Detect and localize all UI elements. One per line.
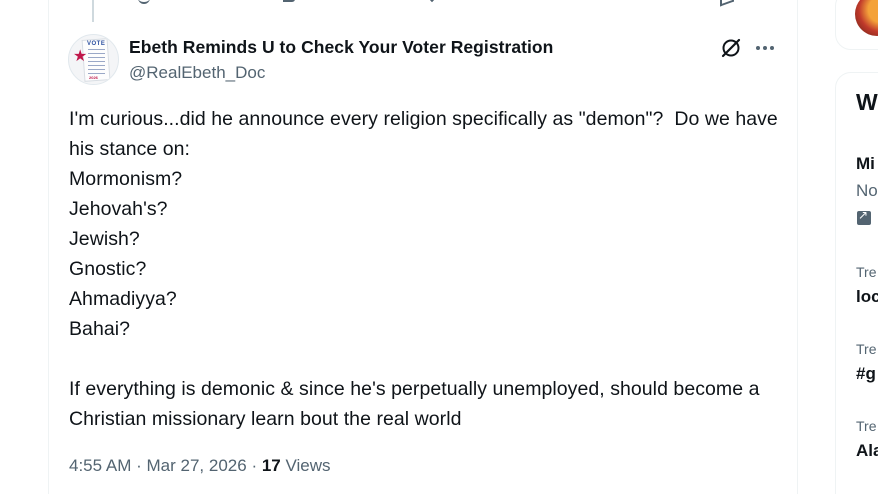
like-icon[interactable] xyxy=(426,0,438,2)
sidebar-news-subtitle: No xyxy=(856,181,878,200)
trend-label: Tre xyxy=(856,418,877,434)
tweet-meta: 4:55 AM · Mar 27, 2026 · 17 Views xyxy=(69,456,331,476)
tweet-text: I'm curious...did he announce every reli… xyxy=(69,108,778,430)
views-label: Views xyxy=(285,456,331,475)
sidebar-news-title[interactable]: Mi xyxy=(856,154,875,174)
avatar-card-lines xyxy=(88,49,105,77)
star-icon: ★ xyxy=(73,48,88,65)
trend-label: Tre xyxy=(856,341,877,357)
avatar[interactable]: VOTE ★ 2026 xyxy=(68,34,119,85)
trend-name[interactable]: #g xyxy=(856,364,876,384)
more-icon[interactable] xyxy=(754,38,776,58)
meta-separator: · xyxy=(136,456,142,475)
trend-name[interactable]: loc xyxy=(856,287,878,307)
trend-name[interactable]: Ala xyxy=(856,441,878,461)
author-handle[interactable]: @RealEbeth_Doc xyxy=(129,63,265,83)
tweet-time[interactable]: 4:55 AM xyxy=(69,456,131,475)
avatar-vote-text: VOTE xyxy=(87,41,106,47)
reply-icon[interactable] xyxy=(138,0,150,4)
author-display-name[interactable]: Ebeth Reminds U to Check Your Voter Regi… xyxy=(129,37,553,58)
previous-tweet-actions xyxy=(0,0,878,8)
timeline-right-border xyxy=(797,0,798,494)
retweet-icon[interactable] xyxy=(283,0,295,2)
views-count[interactable]: 17 xyxy=(262,456,281,475)
grok-icon[interactable] xyxy=(719,36,743,60)
trend-label: Tre xyxy=(856,264,877,280)
tweet-date[interactable]: Mar 27, 2026 xyxy=(147,456,247,475)
external-link-icon[interactable] xyxy=(857,208,871,225)
sidebar-heading: W xyxy=(856,89,878,115)
meta-separator: · xyxy=(251,456,258,475)
avatar-year-text: 2026 xyxy=(89,75,98,80)
timeline-left-border xyxy=(48,0,49,494)
